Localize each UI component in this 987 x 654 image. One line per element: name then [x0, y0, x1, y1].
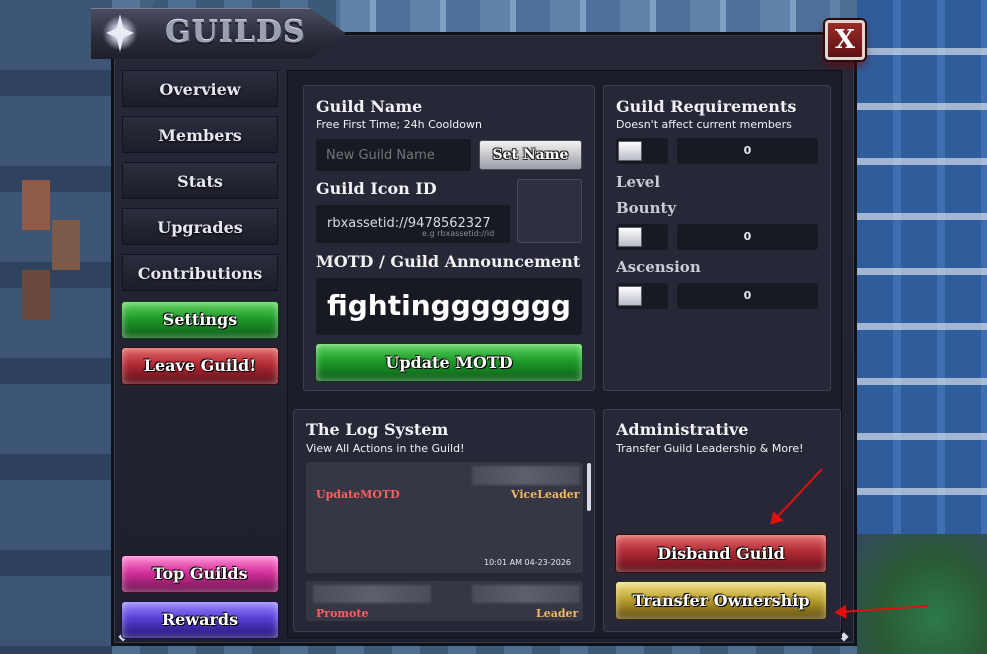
log-entry-role: ViceLeader: [511, 488, 580, 501]
log-subtitle: View All Actions in the Guild!: [306, 442, 465, 455]
transfer-ownership-button[interactable]: Transfer Ownership: [616, 582, 826, 619]
background-buildings-right: [857, 0, 987, 654]
guild-icon-input[interactable]: rbxassetid://9478562327 e.g rbxassetid:/…: [316, 205, 510, 243]
background-buildings-left: [0, 0, 112, 654]
motd-input[interactable]: fightinggggggg: [316, 278, 582, 335]
bounty-label: Bounty: [616, 199, 677, 217]
settings-button[interactable]: Settings: [122, 302, 278, 338]
guild-icon-preview: [517, 179, 582, 243]
ascension-label: Ascension: [616, 258, 701, 276]
top-guilds-button[interactable]: Top Guilds: [122, 556, 278, 592]
toggle-knob: [618, 227, 642, 247]
leave-guild-button[interactable]: Leave Guild!: [122, 348, 278, 384]
window-title: GUILDS: [165, 15, 306, 50]
sidebar-item-overview[interactable]: Overview: [122, 70, 278, 107]
guild-name-input[interactable]: [316, 139, 471, 171]
log-scrollbar[interactable]: [587, 463, 591, 511]
sidebar-item-members[interactable]: Members: [122, 116, 278, 153]
level-label: Level: [616, 173, 661, 191]
sidebar-item-contributions[interactable]: Contributions: [122, 254, 278, 291]
log-entry-timestamp: 10:01 AM 04-23-2026: [484, 558, 572, 567]
bounty-requirement-value[interactable]: 0: [677, 224, 818, 250]
requirements-subtitle: Doesn't affect current members: [616, 118, 792, 131]
ascension-requirement-value[interactable]: 0: [677, 283, 818, 309]
disband-guild-button[interactable]: Disband Guild: [616, 535, 826, 572]
redacted-username: [472, 466, 580, 485]
log-entry-action: UpdateMOTD: [316, 488, 400, 501]
guild-icon-heading: Guild Icon ID: [316, 179, 437, 198]
guild-name-heading: Guild Name: [316, 97, 423, 116]
motd-value: fightinggggggg: [327, 289, 571, 322]
redacted-username: [313, 585, 431, 603]
close-button[interactable]: X: [825, 20, 865, 60]
toggle-knob: [618, 286, 642, 306]
ascension-requirement-toggle[interactable]: [616, 283, 668, 309]
requirements-heading: Guild Requirements: [616, 97, 797, 116]
sidebar-item-upgrades[interactable]: Upgrades: [122, 208, 278, 245]
log-heading: The Log System: [306, 420, 449, 439]
guild-name-subtitle: Free First Time; 24h Cooldown: [316, 118, 482, 131]
log-entry-action: Promote: [316, 607, 369, 620]
sidebar-item-stats[interactable]: Stats: [122, 162, 278, 199]
motd-heading: MOTD / Guild Announcement: [316, 252, 581, 271]
guild-icon-hint: e.g rbxassetid://id: [422, 229, 495, 238]
log-entry-role: Leader: [536, 607, 579, 620]
set-name-button[interactable]: Set Name: [479, 140, 582, 170]
star-icon: [100, 12, 140, 54]
bounty-requirement-toggle[interactable]: [616, 224, 668, 250]
toggle-knob: [618, 141, 642, 161]
background-buildings-top: [340, 0, 840, 34]
rewards-button[interactable]: Rewards: [122, 602, 278, 638]
administrative-heading: Administrative: [616, 420, 749, 439]
level-requirement-value[interactable]: 0: [677, 138, 818, 164]
administrative-subtitle: Transfer Guild Leadership & More!: [616, 442, 804, 455]
redacted-username: [472, 585, 580, 603]
level-requirement-toggle[interactable]: [616, 138, 668, 164]
update-motd-button[interactable]: Update MOTD: [316, 344, 582, 381]
